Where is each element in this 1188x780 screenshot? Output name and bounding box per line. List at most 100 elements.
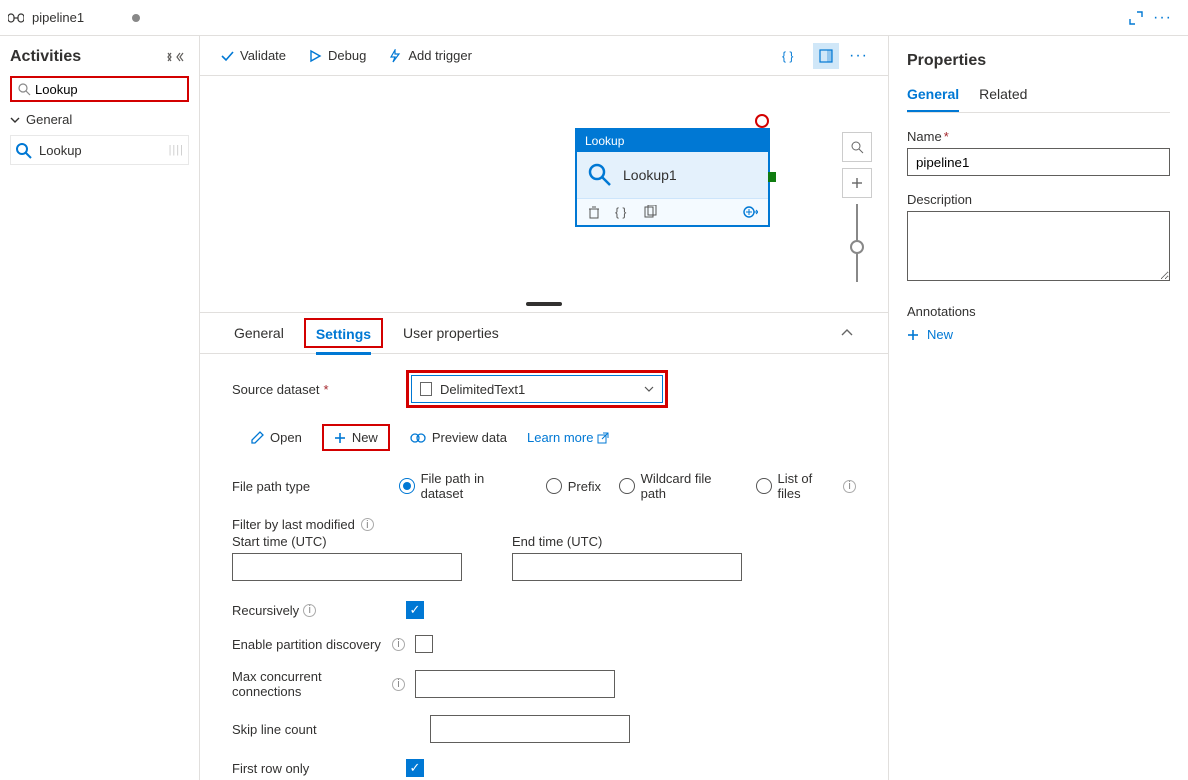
tab-general[interactable]: General [234, 315, 284, 351]
file-icon [420, 382, 432, 396]
external-link-icon [597, 432, 609, 444]
info-icon[interactable]: i [303, 604, 316, 617]
description-textarea[interactable] [907, 211, 1170, 281]
collapse-panel-icon[interactable] [840, 328, 854, 338]
success-connector[interactable] [768, 172, 776, 182]
pipeline-tab[interactable]: pipeline1 [8, 10, 140, 25]
fit-view-button[interactable] [842, 132, 872, 162]
open-label: Open [270, 430, 302, 445]
search-icon [18, 83, 31, 96]
skip-line-input[interactable] [430, 715, 630, 743]
preview-label: Preview data [432, 430, 507, 445]
info-icon[interactable]: i [843, 480, 856, 493]
tab-bar: pipeline1 ··· [0, 0, 1188, 36]
unsaved-indicator [132, 14, 140, 22]
info-icon[interactable]: i [392, 678, 405, 691]
config-tabs: General Settings User properties [200, 312, 888, 354]
partition-label: Enable partition discovery [232, 637, 392, 652]
learn-more-label: Learn more [527, 430, 593, 445]
prop-tab-related[interactable]: Related [979, 86, 1027, 112]
tab-title: pipeline1 [32, 10, 84, 25]
plus-icon [907, 329, 919, 341]
category-label: General [26, 112, 72, 127]
activities-title: Activities [10, 48, 81, 66]
annotation-highlight [755, 114, 769, 128]
recursively-checkbox[interactable]: ✓ [406, 601, 424, 619]
toolbar-more-button[interactable]: ··· [849, 47, 868, 65]
info-icon[interactable]: i [361, 518, 374, 531]
radio-list-files[interactable]: List of filesi [756, 471, 856, 501]
max-conn-input[interactable] [415, 670, 615, 698]
debug-button[interactable]: Debug [308, 48, 366, 63]
edit-icon [250, 431, 264, 445]
name-input[interactable] [907, 148, 1170, 176]
end-time-input[interactable] [512, 553, 742, 581]
new-label: New [352, 430, 378, 445]
lookup-icon [587, 162, 613, 188]
validate-button[interactable]: Validate [220, 48, 286, 63]
tab-user-properties[interactable]: User properties [403, 315, 499, 351]
expand-node-icon[interactable] [742, 205, 758, 219]
node-header: Lookup [577, 130, 768, 152]
info-icon[interactable]: i [392, 638, 405, 651]
new-button[interactable]: New [334, 430, 378, 445]
activity-label: Lookup [39, 143, 82, 158]
zoom-slider[interactable] [856, 204, 858, 282]
copy-icon[interactable] [643, 205, 657, 219]
source-dataset-dropdown[interactable]: DelimitedText1 [411, 375, 663, 403]
new-annotation-button[interactable]: New [907, 327, 1170, 342]
canvas-toolbar: Validate Debug Add trigger { } ··· [200, 36, 888, 76]
activities-search[interactable] [10, 76, 189, 102]
zoom-in-button[interactable] [842, 168, 872, 198]
open-button[interactable]: Open [250, 430, 302, 445]
node-name: Lookup1 [623, 167, 677, 183]
lookup-icon [15, 142, 31, 158]
name-label: Name* [907, 129, 1170, 144]
code-view-button[interactable]: { } [777, 43, 803, 69]
annotations-label: Annotations [907, 304, 1170, 319]
recursively-label: Recursively i [232, 603, 406, 618]
start-time-input[interactable] [232, 553, 462, 581]
panel-resize-handle[interactable] [526, 302, 562, 306]
first-row-label: First row only [232, 761, 406, 776]
category-general[interactable]: General [10, 112, 189, 127]
preview-button[interactable]: Preview data [410, 430, 507, 445]
check-icon [220, 49, 234, 63]
svg-text:{ }: { } [615, 205, 626, 219]
collapse-sidebar-icon[interactable] [165, 51, 189, 63]
settings-panel: Source dataset * DelimitedText1 [200, 354, 888, 780]
expand-icon[interactable] [1129, 11, 1143, 25]
activities-sidebar: Activities General Lookup |||| [0, 36, 200, 780]
debug-label: Debug [328, 48, 366, 63]
radio-file-path-dataset[interactable]: File path in dataset [399, 471, 528, 501]
max-conn-label: Max concurrent connections [232, 669, 392, 699]
more-menu[interactable]: ··· [1153, 9, 1172, 27]
code-icon[interactable]: { } [615, 205, 629, 219]
file-path-type-label: File path type [232, 479, 403, 494]
properties-panel: Properties General Related Name* Descrip… [888, 36, 1188, 780]
radio-prefix[interactable]: Prefix [546, 478, 601, 494]
learn-more-link[interactable]: Learn more [527, 430, 609, 445]
properties-title: Properties [907, 52, 1170, 70]
tab-settings[interactable]: Settings [316, 316, 371, 355]
activity-lookup[interactable]: Lookup |||| [10, 135, 189, 165]
center-pane: Validate Debug Add trigger { } ··· [200, 36, 888, 780]
radio-wildcard[interactable]: Wildcard file path [619, 471, 738, 501]
prop-tab-general[interactable]: General [907, 86, 959, 112]
activities-search-input[interactable] [35, 82, 181, 97]
zoom-thumb[interactable] [850, 240, 864, 254]
properties-toggle-button[interactable] [813, 43, 839, 69]
add-trigger-label: Add trigger [408, 48, 472, 63]
partition-checkbox[interactable] [415, 635, 433, 653]
new-annotation-label: New [927, 327, 953, 342]
zoom-controls [842, 132, 872, 282]
lookup-activity-node[interactable]: Lookup Lookup1 { } [575, 128, 770, 227]
source-dataset-label: Source dataset * [232, 382, 406, 397]
dropdown-value: DelimitedText1 [440, 382, 525, 397]
add-trigger-button[interactable]: Add trigger [388, 48, 472, 63]
chevron-down-icon [10, 115, 20, 125]
first-row-checkbox[interactable]: ✓ [406, 759, 424, 777]
description-label: Description [907, 192, 1170, 207]
delete-icon[interactable] [587, 205, 601, 219]
pipeline-canvas[interactable]: Lookup Lookup1 { } [200, 76, 888, 780]
